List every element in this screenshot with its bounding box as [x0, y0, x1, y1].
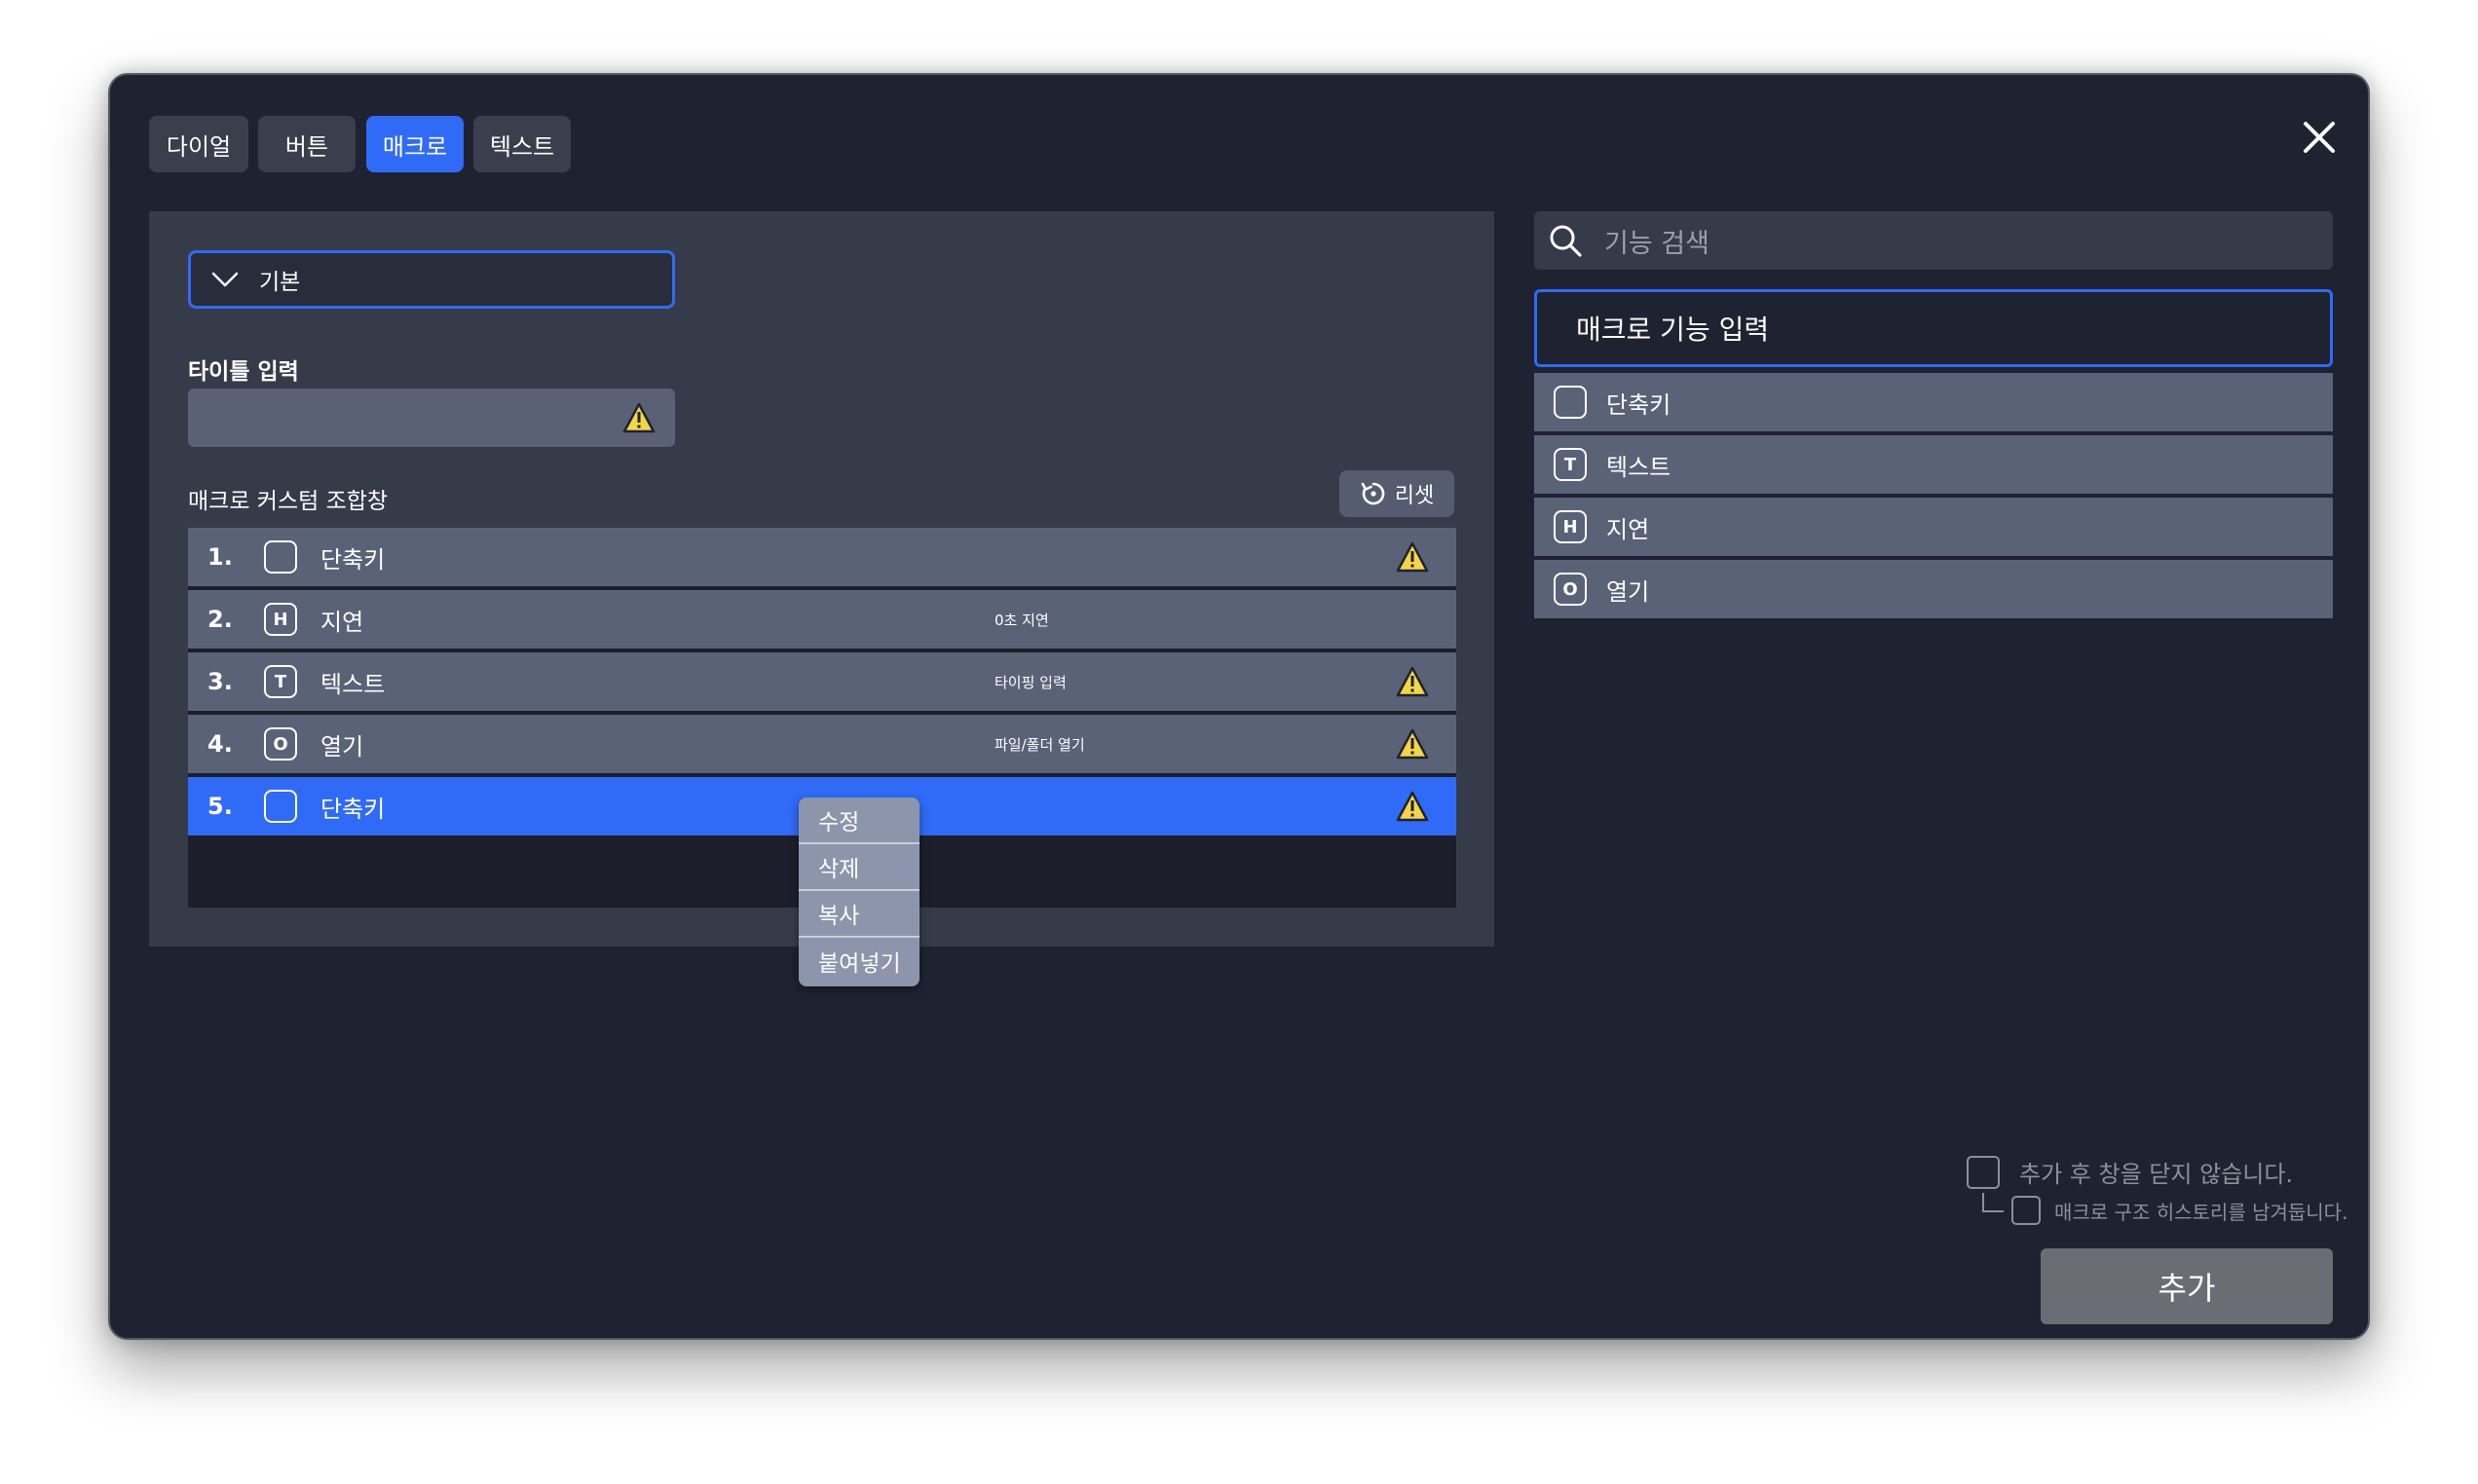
menu-item-edit[interactable]: 수정 [799, 798, 920, 844]
function-item-open[interactable]: O 열기 [1534, 560, 2333, 618]
function-item-label: 단축키 [1606, 390, 1671, 419]
text-icon: T [264, 665, 297, 698]
combo-label: 매크로 커스텀 조합창 [188, 489, 389, 514]
function-item-text[interactable]: T 텍스트 [1534, 435, 2333, 494]
step-name: 열기 [320, 732, 364, 761]
reset-button[interactable]: 리셋 [1339, 470, 1454, 517]
branch-connector-icon [1982, 1193, 2004, 1212]
reset-icon [1361, 482, 1385, 505]
tab-dial[interactable]: 다이얼 [149, 116, 248, 172]
keep-open-option[interactable]: 추가 후 창을 닫지 않습니다. [1967, 1155, 2293, 1189]
warning-icon [1396, 666, 1429, 701]
tab-label: 매크로 [382, 132, 448, 161]
function-header-title: 매크로 기능 입력 [1576, 314, 1770, 346]
shortcut-key-icon [264, 790, 297, 823]
warning-icon [1396, 541, 1429, 576]
shortcut-key-icon [264, 540, 297, 574]
close-button[interactable] [2292, 110, 2347, 165]
step-context-menu: 수정 삭제 복사 붙여넣기 [799, 798, 920, 986]
keep-history-label: 매크로 구조 히스토리를 남겨둡니다. [2054, 1200, 2348, 1224]
title-label: 타이틀 입력 [188, 359, 299, 385]
step-name: 지연 [320, 608, 364, 636]
close-icon [2304, 122, 2335, 153]
macro-step-row[interactable]: 1. 단축키 [188, 528, 1456, 586]
add-button[interactable]: 추가 [2041, 1248, 2333, 1324]
step-number: 5. [207, 793, 233, 820]
step-detail: 파일/폴더 열기 [995, 735, 1085, 754]
text-icon: T [1554, 448, 1587, 481]
tab-button[interactable]: 버튼 [258, 116, 356, 172]
warning-icon [622, 402, 656, 437]
reset-label: 리셋 [1394, 484, 1435, 508]
step-number: 1. [207, 543, 233, 571]
step-name: 단축키 [320, 545, 386, 574]
step-name: 텍스트 [320, 670, 386, 698]
macro-step-row[interactable]: 4. O 열기 파일/폴더 열기 [188, 715, 1456, 773]
step-number: 4. [207, 730, 233, 758]
preset-dropdown[interactable]: 기본 [188, 250, 675, 309]
chevron-down-icon [210, 263, 244, 296]
add-button-label: 추가 [2158, 1270, 2216, 1307]
search-placeholder: 기능 검색 [1604, 228, 1709, 259]
delay-icon: H [1554, 510, 1587, 543]
tab-text[interactable]: 텍스트 [473, 116, 571, 172]
menu-item-copy[interactable]: 복사 [799, 891, 920, 938]
keep-open-checkbox[interactable] [1967, 1155, 2000, 1189]
menu-item-delete[interactable]: 삭제 [799, 844, 920, 891]
keep-history-option[interactable]: 매크로 구조 히스토리를 남겨둡니다. [1982, 1193, 2348, 1225]
tab-label: 다이얼 [166, 132, 232, 161]
macro-function-header: 매크로 기능 입력 [1534, 289, 2333, 367]
keep-open-label: 추가 후 창을 닫지 않습니다. [2019, 1161, 2294, 1188]
keep-history-checkbox[interactable] [2011, 1196, 2041, 1225]
warning-icon [1396, 791, 1429, 826]
macro-step-row[interactable]: 3. T 텍스트 타이핑 입력 [188, 652, 1456, 711]
function-item-shortcut[interactable]: 단축키 [1534, 373, 2333, 431]
title-input[interactable] [188, 389, 675, 447]
step-number: 3. [207, 668, 233, 695]
dropdown-value: 기본 [259, 270, 301, 295]
shortcut-key-icon [1554, 386, 1587, 419]
step-name: 단축키 [320, 795, 386, 823]
function-item-label: 텍스트 [1606, 453, 1671, 481]
tab-label: 버튼 [284, 132, 329, 161]
function-item-label: 지연 [1606, 515, 1650, 543]
macro-dialog: 다이얼 버튼 매크로 텍스트 기본 타이틀 입력 매크로 커스텀 조합창 리셋 … [108, 73, 2370, 1340]
tab-macro[interactable]: 매크로 [366, 116, 464, 172]
menu-item-paste[interactable]: 붙여넣기 [799, 938, 920, 984]
step-detail: 0초 지연 [995, 611, 1049, 629]
search-icon [1550, 225, 1582, 257]
function-search-input[interactable]: 기능 검색 [1534, 211, 2333, 270]
delay-icon: H [264, 603, 297, 636]
function-item-label: 열기 [1606, 577, 1650, 606]
step-number: 2. [207, 606, 233, 633]
macro-step-row[interactable]: 2. H 지연 0초 지연 [188, 590, 1456, 649]
function-item-delay[interactable]: H 지연 [1534, 498, 2333, 556]
warning-icon [1396, 728, 1429, 763]
open-icon: O [264, 727, 297, 761]
tab-label: 텍스트 [489, 132, 555, 161]
open-icon: O [1554, 573, 1587, 606]
step-detail: 타이핑 입력 [995, 673, 1067, 691]
